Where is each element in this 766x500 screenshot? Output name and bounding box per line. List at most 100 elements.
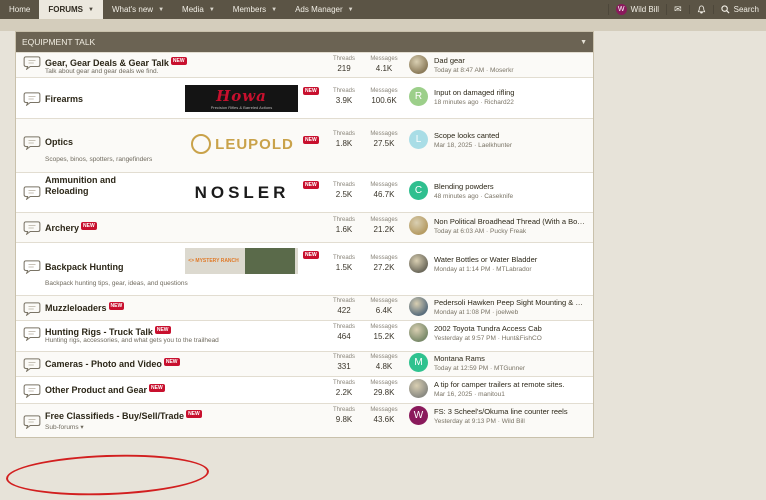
chevron-down-icon[interactable]: ▼	[209, 7, 215, 13]
category-header[interactable]: EQUIPMENT TALK ▼	[16, 32, 593, 52]
threads-stat: Threads 331	[322, 354, 366, 371]
threads-label: Threads	[332, 407, 355, 413]
forum-title-link[interactable]: Muzzleloaders NEW	[45, 302, 125, 313]
last-post-avatar[interactable]: C	[409, 181, 428, 200]
last-post-title-link[interactable]: 2002 Toyota Tundra Access Cab	[434, 324, 588, 333]
nav-whats-new[interactable]: What's new ▼	[103, 0, 173, 19]
last-post-user-link[interactable]: Caseknife	[484, 193, 513, 200]
search-button[interactable]: Search	[712, 5, 766, 14]
forum-title-link[interactable]: Backpack Hunting	[45, 262, 124, 272]
forum-sponsor-logo[interactable]: NOSLER	[186, 182, 298, 204]
nav-ads-manager[interactable]: Ads Manager ▼	[286, 0, 363, 19]
chevron-down-icon[interactable]: ▼	[271, 7, 277, 13]
messages-label: Messages	[370, 255, 398, 261]
inbox-button[interactable]: ✉	[666, 4, 689, 15]
forum-title-link[interactable]: Hunting Rigs - Truck Talk NEW	[45, 326, 171, 337]
chevron-down-icon[interactable]: ▼	[158, 7, 164, 13]
new-badge: NEW	[108, 302, 125, 310]
last-post-user-link[interactable]: MTLabrador	[496, 266, 531, 273]
last-post-avatar[interactable]	[409, 216, 428, 235]
last-post-meta: Yesterday at 9:57 PM · Hunt&FishCO	[434, 335, 542, 342]
last-post-meta: Mar 16, 2025 · manitou1	[434, 391, 505, 398]
subforums-toggle[interactable]: Sub-forums ▾	[45, 423, 84, 431]
threads-stat: Threads 464	[322, 324, 366, 341]
last-post-time: Yesterday at 9:57 PM	[434, 335, 496, 342]
threads-label: Threads	[332, 56, 355, 62]
last-post-avatar[interactable]: L	[409, 130, 428, 149]
nav-forums[interactable]: FORUMS ▼	[39, 0, 103, 19]
threads-label: Threads	[332, 354, 355, 360]
threads-count: 1.8K	[335, 139, 353, 148]
nav-members[interactable]: Members ▼	[224, 0, 286, 19]
last-post-title-link[interactable]: Scope looks canted	[434, 131, 588, 140]
last-post-user-link[interactable]: MTGunner	[494, 365, 525, 372]
last-post-title-link[interactable]: Non Political Broadhead Thread (With a B…	[434, 217, 588, 226]
forum-title-link[interactable]: Cameras - Photo and Video NEW	[45, 358, 180, 369]
search-icon	[721, 5, 730, 14]
last-post-title-link[interactable]: Pedersoli Hawken Peep Sight Mounting & C…	[434, 298, 588, 307]
messages-label: Messages	[370, 380, 398, 386]
last-post-title-link[interactable]: FS: 3 Scheel's/Okuma line counter reels	[434, 407, 588, 416]
threads-stat: Threads 219	[322, 56, 366, 73]
last-post-user-link[interactable]: Wild Bill	[502, 418, 525, 425]
last-post-avatar[interactable]	[409, 323, 428, 342]
last-post-time: Yesterday at 9:13 PM	[434, 418, 496, 425]
collapse-toggle-icon[interactable]: ▼	[580, 39, 587, 46]
forum-title-link[interactable]: Archery NEW	[45, 222, 97, 233]
messages-label: Messages	[370, 324, 398, 330]
forum-title-link[interactable]: Gear, Gear Deals & Gear Talk NEW	[45, 57, 187, 68]
last-post-user-link[interactable]: joelweb	[496, 309, 518, 316]
forum-sponsor-logo[interactable]: Howa Precision Rifles & Barreled Actions	[185, 85, 298, 112]
last-post-title-link[interactable]: Montana Rams	[434, 354, 588, 363]
last-post-avatar[interactable]	[409, 297, 428, 316]
last-post-user-link[interactable]: Richard22	[484, 99, 514, 106]
chevron-down-icon[interactable]: ▼	[88, 7, 94, 13]
last-post-title-link[interactable]: A tip for camper trailers at remote site…	[434, 380, 588, 389]
last-post-user-link[interactable]: Hunt&FishCO	[502, 335, 542, 342]
last-post-avatar[interactable]: R	[409, 87, 428, 106]
nav-media[interactable]: Media ▼	[173, 0, 224, 19]
last-post-avatar[interactable]: M	[409, 353, 428, 372]
forum-title-link[interactable]: Other Product and Gear NEW	[45, 384, 165, 395]
forum-sponsor-logo[interactable]: LEUPOLD	[186, 133, 299, 155]
last-post-time: Mar 16, 2025	[434, 391, 473, 398]
forum-title-link[interactable]: Ammunition and Reloading	[45, 175, 145, 197]
last-post-user-link[interactable]: Moserkr	[490, 67, 513, 74]
last-post-title-link[interactable]: Dad gear	[434, 56, 588, 65]
last-post-user-link[interactable]: Laelkhunter	[478, 142, 512, 149]
last-post-time: 48 minutes ago	[434, 193, 479, 200]
last-post-avatar[interactable]	[409, 254, 428, 273]
threads-count: 9.8K	[335, 415, 353, 424]
nav-home[interactable]: Home	[0, 0, 39, 19]
last-post-title-link[interactable]: Blending powders	[434, 182, 588, 191]
user-avatar: W	[615, 4, 627, 15]
chevron-down-icon[interactable]: ▼	[348, 7, 354, 13]
forum-row: Optics Scopes, binos, spotters, rangefind…	[16, 118, 593, 172]
nav-whats-new-label: What's new	[111, 5, 154, 14]
forum-title-text: Cameras - Photo and Video	[45, 359, 162, 369]
threads-stat: Threads 2.5K	[322, 182, 366, 199]
messages-count: 6.4K	[375, 306, 393, 315]
last-post-avatar[interactable]	[409, 55, 428, 74]
logo-tagline: Precision Rifles & Barreled Actions	[210, 105, 273, 110]
forum-title-link[interactable]: Optics	[45, 137, 73, 147]
logo-text: Howa	[216, 87, 267, 105]
last-post-user-link[interactable]: Pucky Freak	[490, 228, 526, 235]
last-post-meta: Monday at 1:08 PM · joelweb	[434, 309, 518, 316]
forum-title-link[interactable]: Free Classifieds - Buy/Sell/Trade NEW	[45, 410, 202, 421]
logo-text: <> MYSTERY RANCH	[188, 258, 239, 264]
messages-label: Messages	[370, 354, 398, 360]
forum-title-link[interactable]: Firearms	[45, 94, 83, 104]
user-menu[interactable]: W Wild Bill	[607, 4, 666, 15]
forum-title-text: Muzzleloaders	[45, 303, 107, 313]
forum-bubble-icon	[23, 327, 41, 342]
last-post-avatar[interactable]	[409, 379, 428, 398]
last-post-title-link[interactable]: Input on damaged rifling	[434, 88, 588, 97]
last-post-avatar[interactable]: W	[409, 406, 428, 425]
last-post-title-link[interactable]: Water Bottles or Water Bladder	[434, 255, 588, 264]
alerts-button[interactable]	[688, 5, 713, 14]
last-post-time: 18 minutes ago	[434, 99, 479, 106]
messages-stat: Messages 29.8K	[362, 380, 406, 397]
forum-sponsor-logo[interactable]: <> MYSTERY RANCH	[185, 248, 298, 274]
last-post-user-link[interactable]: manitou1	[478, 391, 505, 398]
